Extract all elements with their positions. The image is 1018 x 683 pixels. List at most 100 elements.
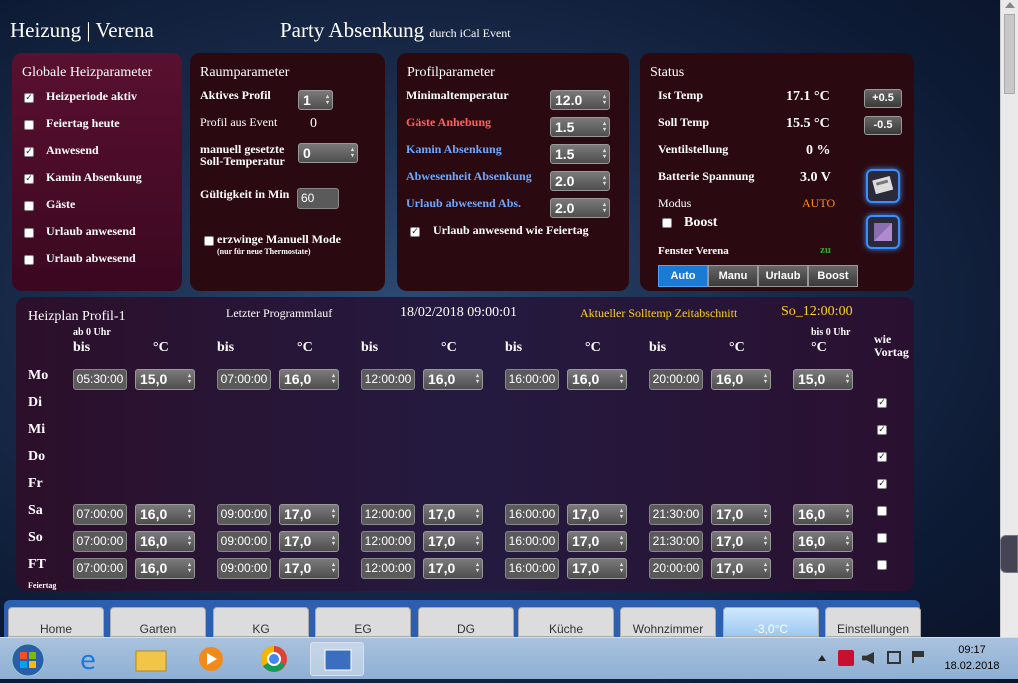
temp-so-2[interactable]: 17,0 xyxy=(423,531,483,552)
global-checkbox-6[interactable] xyxy=(24,255,34,265)
active-profile-select[interactable]: 1 xyxy=(298,90,333,110)
scroll-up-arrow[interactable] xyxy=(1005,2,1015,8)
time-so-4[interactable]: 21:30:00 xyxy=(649,531,703,552)
vortag-checkbox-do[interactable]: ✓ xyxy=(877,452,887,462)
time-mo-2[interactable]: 12:00:00 xyxy=(361,369,415,390)
temp-sa-0[interactable]: 16,0 xyxy=(135,504,195,525)
mode-button-urlaub[interactable]: Urlaub xyxy=(758,265,808,287)
tray-flag-icon[interactable] xyxy=(912,651,924,663)
room-tab-7[interactable]: -3,0°C xyxy=(723,607,819,637)
profile-select-4[interactable]: 2.0 xyxy=(550,198,610,218)
global-checkbox-2[interactable]: ✓ xyxy=(24,147,34,157)
profile-select-1[interactable]: 1.5 xyxy=(550,117,610,137)
vortag-checkbox-ft[interactable] xyxy=(877,560,887,570)
tray-acrobat-icon[interactable] xyxy=(838,650,854,666)
force-manual-checkbox[interactable] xyxy=(204,236,214,246)
time-ft-1[interactable]: 09:00:00 xyxy=(217,558,271,579)
profile-select-2[interactable]: 1.5 xyxy=(550,144,610,164)
temp-plus-button[interactable]: +0.5 xyxy=(864,89,902,108)
mode-button-boost[interactable]: Boost xyxy=(808,265,858,287)
time-so-3[interactable]: 16:00:00 xyxy=(505,531,559,552)
time-mo-0[interactable]: 05:30:00 xyxy=(73,369,127,390)
temp-so-last[interactable]: 16,0 xyxy=(793,531,853,552)
mode-button-manu[interactable]: Manu xyxy=(708,265,758,287)
temp-sa-3[interactable]: 17,0 xyxy=(567,504,627,525)
manual-temp-select[interactable]: 0 xyxy=(298,143,358,163)
time-sa-3[interactable]: 16:00:00 xyxy=(505,504,559,525)
time-mo-1[interactable]: 07:00:00 xyxy=(217,369,271,390)
room-tab-8[interactable]: Einstellungen xyxy=(825,607,921,637)
temp-mo-4[interactable]: 16,0 xyxy=(711,369,771,390)
room-tab-1[interactable]: Garten xyxy=(110,607,206,637)
media-player-icon[interactable] xyxy=(184,642,238,676)
time-mo-4[interactable]: 20:00:00 xyxy=(649,369,703,390)
ie-icon[interactable]: e xyxy=(64,642,118,676)
window-icon-button[interactable] xyxy=(866,215,900,249)
temp-so-3[interactable]: 17,0 xyxy=(567,531,627,552)
time-so-2[interactable]: 12:00:00 xyxy=(361,531,415,552)
time-ft-3[interactable]: 16:00:00 xyxy=(505,558,559,579)
global-checkbox-0[interactable]: ✓ xyxy=(24,93,34,103)
temp-mo-3[interactable]: 16,0 xyxy=(567,369,627,390)
room-tab-4[interactable]: DG xyxy=(418,607,514,637)
time-ft-4[interactable]: 20:00:00 xyxy=(649,558,703,579)
holiday-checkbox[interactable]: ✓ xyxy=(410,227,420,237)
time-mo-3[interactable]: 16:00:00 xyxy=(505,369,559,390)
temp-mo-2[interactable]: 16,0 xyxy=(423,369,483,390)
vortag-checkbox-so[interactable] xyxy=(877,533,887,543)
global-checkbox-1[interactable] xyxy=(24,120,34,130)
time-sa-2[interactable]: 12:00:00 xyxy=(361,504,415,525)
time-so-0[interactable]: 07:00:00 xyxy=(73,531,127,552)
temp-ft-0[interactable]: 16,0 xyxy=(135,558,195,579)
taskbar-clock[interactable]: 09:17 18.02.2018 xyxy=(940,642,1004,674)
temp-mo-0[interactable]: 15,0 xyxy=(135,369,195,390)
room-tab-5[interactable]: Küche xyxy=(518,607,614,637)
time-sa-0[interactable]: 07:00:00 xyxy=(73,504,127,525)
explorer-icon[interactable] xyxy=(124,642,178,676)
room-tab-6[interactable]: Wohnzimmer xyxy=(620,607,716,637)
temp-sa-last[interactable]: 16,0 xyxy=(793,504,853,525)
side-drawer-handle[interactable] xyxy=(1000,535,1018,573)
time-sa-1[interactable]: 09:00:00 xyxy=(217,504,271,525)
temp-ft-2[interactable]: 17,0 xyxy=(423,558,483,579)
thermostat-icon-button[interactable] xyxy=(866,169,900,203)
global-checkbox-4[interactable] xyxy=(24,201,34,211)
mode-button-auto[interactable]: Auto xyxy=(658,265,708,287)
temp-mo-last[interactable]: 15,0 xyxy=(793,369,853,390)
room-tab-2[interactable]: KG xyxy=(213,607,309,637)
temp-sa-2[interactable]: 17,0 xyxy=(423,504,483,525)
temp-sa-4[interactable]: 17,0 xyxy=(711,504,771,525)
profile-select-3[interactable]: 2.0 xyxy=(550,171,610,191)
temp-so-0[interactable]: 16,0 xyxy=(135,531,195,552)
time-so-1[interactable]: 09:00:00 xyxy=(217,531,271,552)
time-sa-4[interactable]: 21:30:00 xyxy=(649,504,703,525)
temp-ft-last[interactable]: 16,0 xyxy=(793,558,853,579)
global-checkbox-5[interactable] xyxy=(24,228,34,238)
profile-select-0[interactable]: 12.0 xyxy=(550,90,610,110)
temp-ft-3[interactable]: 17,0 xyxy=(567,558,627,579)
chrome-icon[interactable] xyxy=(247,642,301,676)
vortag-checkbox-sa[interactable] xyxy=(877,506,887,516)
tray-expand-icon[interactable] xyxy=(818,655,826,661)
temp-mo-1[interactable]: 16,0 xyxy=(279,369,339,390)
tray-volume-icon[interactable] xyxy=(862,652,874,664)
temp-minus-button[interactable]: -0.5 xyxy=(864,116,902,135)
validity-input[interactable]: 60 xyxy=(297,188,339,209)
app-window-icon[interactable] xyxy=(310,642,364,676)
time-ft-0[interactable]: 07:00:00 xyxy=(73,558,127,579)
scroll-thumb[interactable] xyxy=(1004,14,1015,94)
vortag-checkbox-mi[interactable]: ✓ xyxy=(877,425,887,435)
tray-network-icon[interactable] xyxy=(887,651,901,664)
boost-checkbox[interactable] xyxy=(662,218,672,228)
vortag-checkbox-di[interactable]: ✓ xyxy=(877,398,887,408)
temp-ft-4[interactable]: 17,0 xyxy=(711,558,771,579)
start-button[interactable] xyxy=(0,642,56,677)
global-checkbox-3[interactable]: ✓ xyxy=(24,174,34,184)
temp-so-1[interactable]: 17,0 xyxy=(279,531,339,552)
room-tab-3[interactable]: EG xyxy=(315,607,411,637)
temp-ft-1[interactable]: 17,0 xyxy=(279,558,339,579)
room-tab-0[interactable]: Home xyxy=(8,607,104,637)
vortag-checkbox-fr[interactable]: ✓ xyxy=(877,479,887,489)
temp-sa-1[interactable]: 17,0 xyxy=(279,504,339,525)
time-ft-2[interactable]: 12:00:00 xyxy=(361,558,415,579)
